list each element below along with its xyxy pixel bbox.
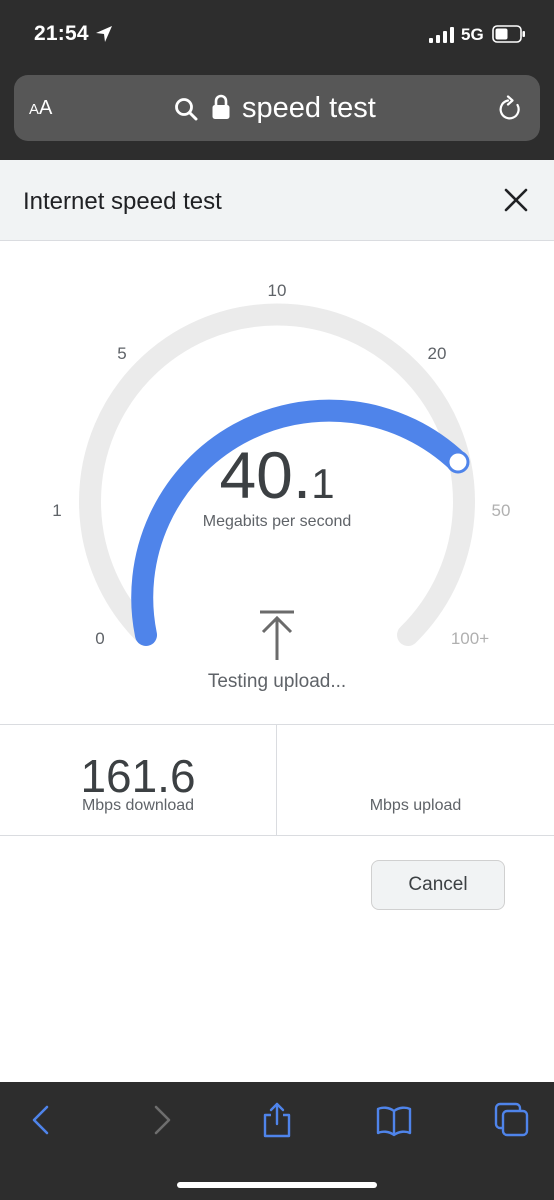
tick-label: 5 [117, 344, 127, 363]
search-icon [175, 98, 198, 121]
forward-icon[interactable] [143, 1102, 179, 1138]
tick-label: 10 [267, 281, 287, 300]
close-icon[interactable] [503, 187, 529, 213]
cancel-button[interactable]: Cancel [371, 860, 505, 910]
test-status: Testing upload... [207, 671, 347, 692]
results-row: 161.6 Mbps download Mbps upload [0, 724, 554, 836]
tabs-icon[interactable] [494, 1102, 530, 1138]
panel-header: Internet speed test [0, 160, 554, 241]
back-icon[interactable] [24, 1102, 60, 1138]
download-label: Mbps download [81, 797, 195, 814]
status-time: 21:54 [34, 22, 89, 45]
share-icon[interactable] [259, 1102, 295, 1138]
tick-label: 100+ [450, 629, 490, 648]
browser-toolbar [0, 1082, 554, 1200]
download-value: 161.6 [80, 750, 196, 802]
speed-fraction: 1 [311, 460, 335, 507]
home-indicator [177, 1182, 377, 1188]
signal-icon [429, 27, 454, 43]
panel-title: Internet speed test [23, 188, 222, 215]
address-bar[interactable]: AA speed test [14, 75, 540, 141]
battery-icon [492, 25, 525, 43]
text-size-button[interactable]: AA [29, 97, 52, 120]
download-result: 161.6 Mbps download [0, 725, 277, 835]
upload-result: Mbps upload [277, 725, 554, 835]
tick-label: 0 [95, 629, 105, 648]
reload-icon[interactable] [497, 95, 523, 123]
upload-label: Mbps upload [369, 797, 462, 814]
url-text[interactable]: speed test [242, 92, 376, 125]
current-speed: 40.1 [0, 437, 554, 513]
bookmarks-icon[interactable] [376, 1102, 412, 1138]
network-type: 5G [461, 25, 484, 44]
browser-top-chrome: 21:54 5G AA speed test [0, 0, 554, 160]
speed-gauge: 0 1 5 10 20 50 100+ 40.1 Megabits per se… [0, 241, 554, 724]
tick-label: 20 [427, 344, 447, 363]
lock-icon [212, 94, 230, 119]
speed-int: 40. [219, 438, 312, 512]
speed-unit: Megabits per second [202, 513, 352, 530]
upload-arrow-icon [260, 610, 294, 660]
location-arrow-icon [96, 26, 112, 42]
